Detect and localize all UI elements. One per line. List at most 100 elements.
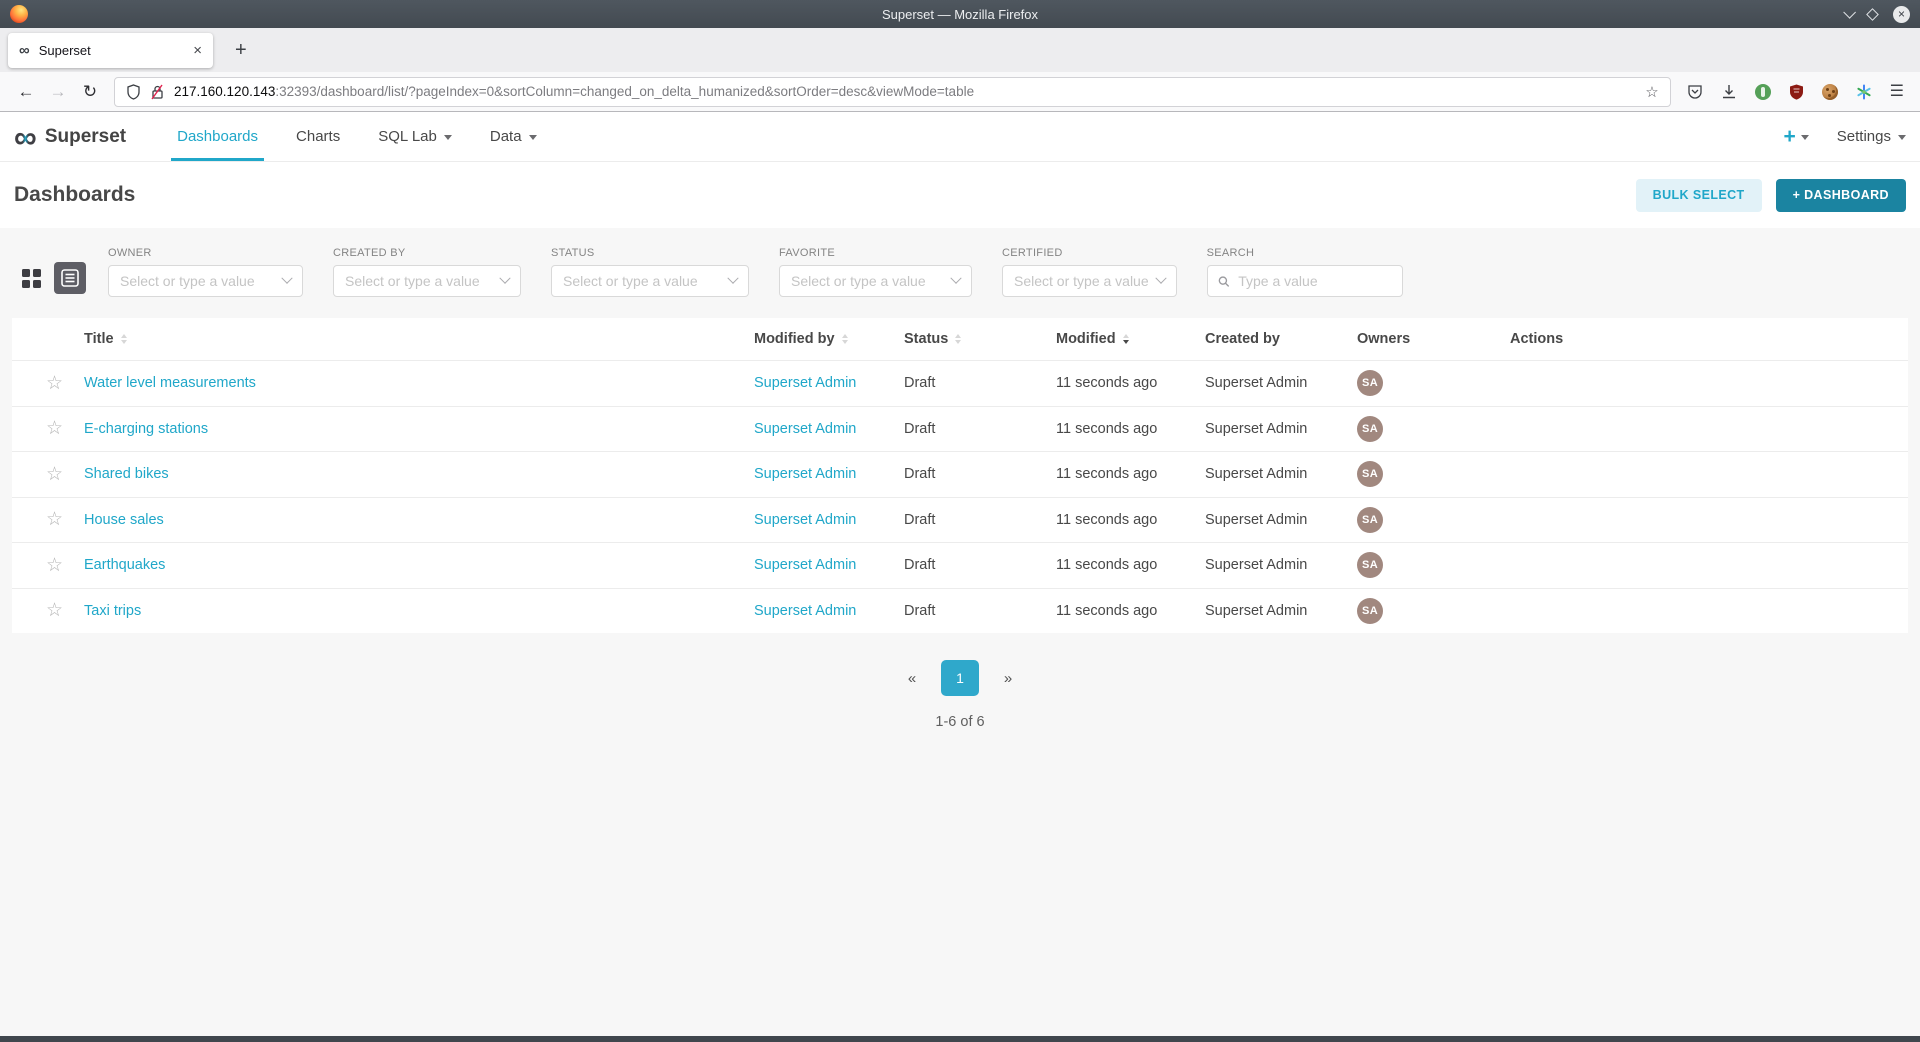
pagination-prev-button[interactable]: « — [895, 660, 929, 696]
pagination-page-1-button[interactable]: 1 — [941, 660, 979, 696]
column-header-modified-by[interactable]: Modified by — [754, 331, 904, 347]
settings-menu[interactable]: Settings — [1837, 128, 1906, 145]
colorful-asterisk-extension-icon[interactable] — [1856, 84, 1872, 100]
dashboard-title-link[interactable]: Water level measurements — [84, 375, 256, 391]
browser-toolbar: ← → ↻ 217.160.120.143:32393/dashboard/li… — [0, 72, 1920, 112]
owner-avatar[interactable]: SA — [1357, 461, 1383, 487]
filter-select[interactable]: Select or type a value — [779, 265, 972, 297]
new-item-plus-button[interactable]: + — [1784, 126, 1809, 147]
navbar-item-dashboards[interactable]: Dashboards — [158, 112, 277, 161]
pagination-next-button[interactable]: » — [991, 660, 1025, 696]
filter-group-favorite: FAVORITE Select or type a value — [779, 247, 972, 297]
table-row: ☆ E-charging stations Superset Admin Dra… — [12, 406, 1908, 452]
window-minimize-icon[interactable] — [1843, 6, 1856, 19]
tracking-shield-icon[interactable] — [126, 84, 141, 100]
insecure-lock-icon[interactable] — [150, 84, 165, 100]
dashboard-title-link[interactable]: Shared bikes — [84, 466, 169, 482]
column-header-title[interactable]: Title — [68, 331, 754, 347]
back-icon[interactable]: ← — [10, 77, 42, 107]
favorite-star-icon[interactable]: ☆ — [46, 373, 63, 394]
favorite-star-icon[interactable]: ☆ — [46, 464, 63, 485]
modified-by-link[interactable]: Superset Admin — [754, 603, 856, 619]
caret-down-icon — [1801, 135, 1809, 140]
navbar-item-charts[interactable]: Charts — [277, 112, 359, 161]
modified-by-link[interactable]: Superset Admin — [754, 512, 856, 528]
dashboard-title-link[interactable]: E-charging stations — [84, 421, 208, 437]
owner-avatar[interactable]: SA — [1357, 598, 1383, 624]
tab-close-icon[interactable]: × — [193, 42, 202, 59]
owner-avatar[interactable]: SA — [1357, 416, 1383, 442]
column-header-actions: Actions — [1510, 331, 1908, 347]
card-view-toggle-icon[interactable] — [22, 269, 41, 288]
favorite-star-icon[interactable]: ☆ — [46, 600, 63, 621]
url-bar[interactable]: 217.160.120.143:32393/dashboard/list/?pa… — [114, 77, 1671, 107]
pocket-icon[interactable] — [1687, 84, 1703, 100]
navbar-item-sql-lab[interactable]: SQL Lab — [359, 112, 471, 161]
dashboard-title-link[interactable]: Taxi trips — [84, 603, 141, 619]
table-row: ☆ Earthquakes Superset Admin Draft 11 se… — [12, 542, 1908, 588]
modified-by-link[interactable]: Superset Admin — [754, 421, 856, 437]
modified-by-link[interactable]: Superset Admin — [754, 466, 856, 482]
menu-hamburger-icon[interactable]: ☰ — [1890, 84, 1904, 100]
filter-select-placeholder: Select or type a value — [791, 273, 926, 289]
superset-favicon-icon: ∞ — [19, 43, 30, 58]
owner-avatar[interactable]: SA — [1357, 552, 1383, 578]
search-icon — [1218, 275, 1230, 288]
firefox-logo-icon — [10, 5, 28, 23]
favorite-star-icon[interactable]: ☆ — [46, 509, 63, 530]
reload-icon[interactable]: ↻ — [74, 77, 106, 107]
created-by-cell: Superset Admin — [1205, 421, 1357, 437]
page-title: Dashboards — [14, 183, 135, 207]
dashboard-title-link[interactable]: House sales — [84, 512, 164, 528]
modified-cell: 11 seconds ago — [1056, 557, 1205, 573]
column-header-modified[interactable]: Modified — [1056, 331, 1205, 347]
url-text: 217.160.120.143:32393/dashboard/list/?pa… — [174, 84, 974, 99]
filter-select-placeholder: Select or type a value — [120, 273, 255, 289]
filter-group-status: STATUS Select or type a value — [551, 247, 749, 297]
caret-down-icon — [444, 135, 452, 140]
bulk-select-button[interactable]: BULK SELECT — [1636, 179, 1762, 212]
filter-select[interactable]: Select or type a value — [333, 265, 521, 297]
column-header-status[interactable]: Status — [904, 331, 1056, 347]
bookmark-star-icon[interactable]: ☆ — [1645, 83, 1658, 101]
filter-select[interactable]: Select or type a value — [551, 265, 749, 297]
favorite-star-icon[interactable]: ☆ — [46, 418, 63, 439]
window-close-icon[interactable]: × — [1893, 6, 1910, 23]
downloads-icon[interactable] — [1721, 84, 1737, 100]
superset-brand[interactable]: ∞ Superset — [14, 112, 126, 161]
filter-bar: OWNER Select or type a value CREATED BY … — [12, 228, 1908, 318]
dashboard-list-content: OWNER Select or type a value CREATED BY … — [0, 228, 1920, 1036]
nav-item-label: Data — [490, 128, 522, 145]
navbar-item-data[interactable]: Data — [471, 112, 556, 161]
chevron-down-icon — [727, 273, 738, 284]
superset-navbar: ∞ Superset Dashboards Charts SQL Lab Dat… — [0, 112, 1920, 162]
filter-group-certified: CERTIFIED Select or type a value — [1002, 247, 1177, 297]
list-view-toggle-icon[interactable] — [54, 262, 86, 294]
modified-by-link[interactable]: Superset Admin — [754, 375, 856, 391]
new-tab-button[interactable]: + — [227, 39, 255, 62]
column-header-label: Status — [904, 331, 948, 347]
dashboard-title-link[interactable]: Earthquakes — [84, 557, 165, 573]
favorite-star-icon[interactable]: ☆ — [46, 555, 63, 576]
owner-avatar[interactable]: SA — [1357, 507, 1383, 533]
filter-select[interactable]: Select or type a value — [108, 265, 303, 297]
filter-label: SEARCH — [1207, 247, 1403, 259]
chevron-down-icon — [499, 273, 510, 284]
extension-green-icon[interactable] — [1755, 84, 1771, 100]
created-by-cell: Superset Admin — [1205, 603, 1357, 619]
search-input[interactable] — [1236, 272, 1391, 290]
window-maximize-icon[interactable] — [1866, 8, 1879, 21]
browser-tab-superset[interactable]: ∞ Superset × — [8, 33, 213, 68]
table-row: ☆ House sales Superset Admin Draft 11 se… — [12, 497, 1908, 543]
search-input-wrapper — [1207, 265, 1403, 297]
forward-icon: → — [42, 77, 74, 107]
new-dashboard-button[interactable]: + DASHBOARD — [1776, 179, 1906, 212]
modified-cell: 11 seconds ago — [1056, 603, 1205, 619]
owner-avatar[interactable]: SA — [1357, 370, 1383, 396]
modified-by-link[interactable]: Superset Admin — [754, 557, 856, 573]
column-header-label: Title — [84, 331, 114, 347]
cookie-extension-icon[interactable] — [1822, 84, 1838, 100]
ublock-shield-icon[interactable] — [1789, 84, 1804, 100]
browser-tabbar: ∞ Superset × + — [0, 28, 1920, 72]
filter-select[interactable]: Select or type a value — [1002, 265, 1177, 297]
